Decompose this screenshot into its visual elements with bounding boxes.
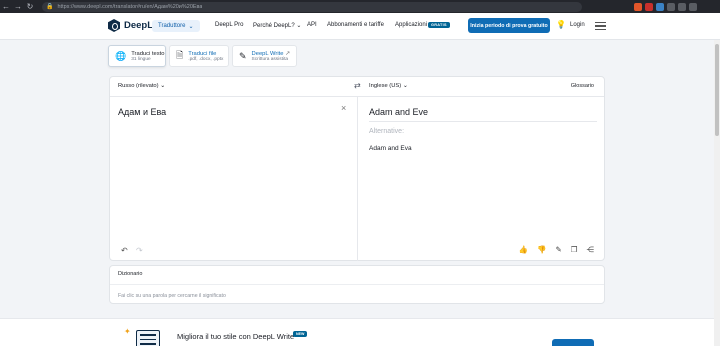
source-language-label: Russo (rilevato) [118, 83, 159, 89]
scrollbar-thumb[interactable] [715, 44, 719, 136]
lightbulb-icon[interactable]: 💡 [556, 20, 566, 29]
lock-icon: 🔒 [46, 4, 54, 10]
deepl-logo-icon [108, 19, 120, 32]
copy-icon[interactable]: ❐ [571, 245, 578, 254]
page-scrollbar[interactable] [714, 40, 720, 346]
source-text-input[interactable]: Адам и Ева [118, 107, 166, 117]
address-bar[interactable]: 🔒 https://www.deepl.com/translator#ru/en… [42, 1, 582, 12]
source-language-select[interactable]: Russo (rilevato) ⌄ [118, 83, 165, 89]
share-icon[interactable]: ⋲ [587, 245, 595, 254]
close-icon[interactable]: × [341, 103, 346, 113]
forward-icon[interactable]: → [12, 0, 24, 13]
dictionary-panel: Dizionario Fai clic su una parola per ce… [109, 265, 605, 304]
product-menu-button[interactable]: Traduttore ⌄ [152, 20, 200, 32]
extension-icon[interactable] [678, 2, 686, 11]
write-promo-banner: ✦ Migliora il tuo stile con DeepL Write … [0, 318, 714, 346]
language-bar: Russo (rilevato) ⌄ ⇄ Inglese (US) ⌄ Glos… [110, 77, 604, 97]
mode-subtitle: .pdf, .docx, .pptx [188, 56, 224, 62]
external-link-icon: ↗ [285, 50, 290, 57]
menu-icon[interactable] [689, 2, 697, 11]
deepl-logo[interactable]: DeepL [108, 19, 153, 32]
target-language-label: Inglese (US) [369, 83, 402, 89]
mode-subtitle: Scrittura assistita [251, 56, 289, 62]
alternatives-label: Alternative: [369, 128, 405, 135]
reload-icon[interactable]: ↻ [24, 0, 36, 13]
nav-why-deepl-label: Perché DeepL? [253, 23, 295, 29]
extension-icon[interactable] [634, 2, 642, 11]
brand-name: DeepL [124, 20, 154, 31]
chevron-down-icon: ⌄ [296, 23, 302, 29]
free-trial-button[interactable]: Inizia periodo di prova gratuito [468, 18, 550, 33]
mode-title: Traduci testo [131, 50, 165, 57]
hamburger-menu-icon[interactable] [595, 22, 606, 32]
extension-icon[interactable] [667, 2, 675, 11]
undo-icon[interactable]: ↶ [121, 246, 128, 255]
panel-divider [357, 97, 358, 261]
sparkle-icon: ✦ [124, 327, 131, 336]
swap-languages-icon[interactable]: ⇄ [354, 81, 361, 90]
glossary-button[interactable]: Glossario [571, 83, 594, 89]
target-text-output[interactable]: Adam and Eve [369, 107, 428, 117]
translator-panel: Russo (rilevato) ⌄ ⇄ Inglese (US) ⌄ Glos… [109, 76, 605, 261]
write-illustration: ✦ [122, 327, 162, 346]
mode-subtitle: 31 lingue [131, 56, 151, 62]
chevron-down-icon: ⌄ [188, 23, 194, 30]
nav-deepl-pro[interactable]: DeepL Pro [215, 22, 243, 28]
extension-icon[interactable] [656, 2, 664, 11]
pen-icon: ✎ [239, 50, 247, 61]
apps-free-badge: GRATIS [428, 22, 450, 28]
edit-icon[interactable]: ✎ [555, 245, 561, 254]
target-language-select[interactable]: Inglese (US) ⌄ [369, 83, 408, 89]
thumbs-down-icon[interactable]: 👎 [537, 245, 546, 254]
site-header: DeepL Traduttore ⌄ DeepL Pro Perché Deep… [0, 13, 720, 40]
mode-title-label: DeepL Write [251, 50, 284, 57]
translation-actions: 👍 👎 ✎ ❐ ⋲ [519, 245, 594, 254]
promo-new-badge: NEW [293, 331, 308, 337]
thumbs-up-icon[interactable]: 👍 [519, 245, 528, 254]
nav-why-deepl[interactable]: Perché DeepL? ⌄ [253, 22, 301, 29]
target-divider [369, 121, 597, 122]
promo-cta-button[interactable] [552, 339, 594, 346]
nav-pricing[interactable]: Abbonamenti e tariffe [327, 22, 384, 28]
back-icon[interactable]: ← [0, 0, 12, 13]
mode-translate-file[interactable]: 🗎 Traduci file .pdf, .docx, .pptx [169, 45, 229, 67]
redo-icon[interactable]: ↷ [136, 246, 143, 255]
globe-icon: 🌐 [115, 50, 127, 61]
document-icon: 🗎 [176, 50, 184, 60]
browser-toolbar: ← → ↻ 🔒 https://www.deepl.com/translator… [0, 0, 720, 13]
mode-translate-text[interactable]: 🌐 Traduci testo 31 lingue [108, 45, 166, 67]
product-menu-label: Traduttore [158, 23, 186, 29]
browser-extensions [634, 2, 697, 11]
extension-icon[interactable] [645, 2, 653, 11]
mode-title: DeepL Write ↗ [252, 51, 290, 57]
alternative-translation[interactable]: Adam and Eva [369, 145, 412, 152]
nav-api[interactable]: API [307, 22, 317, 28]
address-bar-url: https://www.deepl.com/translator#ru/en/А… [57, 3, 203, 10]
dictionary-divider [110, 284, 604, 285]
dictionary-hint: Fai clic su una parola per cercarne il s… [118, 293, 226, 299]
login-link[interactable]: Login [570, 22, 585, 28]
chevron-down-icon: ⌄ [160, 83, 166, 89]
mode-deepl-write[interactable]: ✎ DeepL Write ↗ Scrittura assistita [232, 45, 297, 67]
nav-apps[interactable]: Applicazioni [395, 22, 427, 28]
promo-text: Migliora il tuo stile con DeepL Write [177, 332, 295, 341]
document-icon [136, 330, 160, 346]
dictionary-title: Dizionario [118, 271, 143, 277]
chevron-down-icon: ⌄ [402, 83, 408, 89]
